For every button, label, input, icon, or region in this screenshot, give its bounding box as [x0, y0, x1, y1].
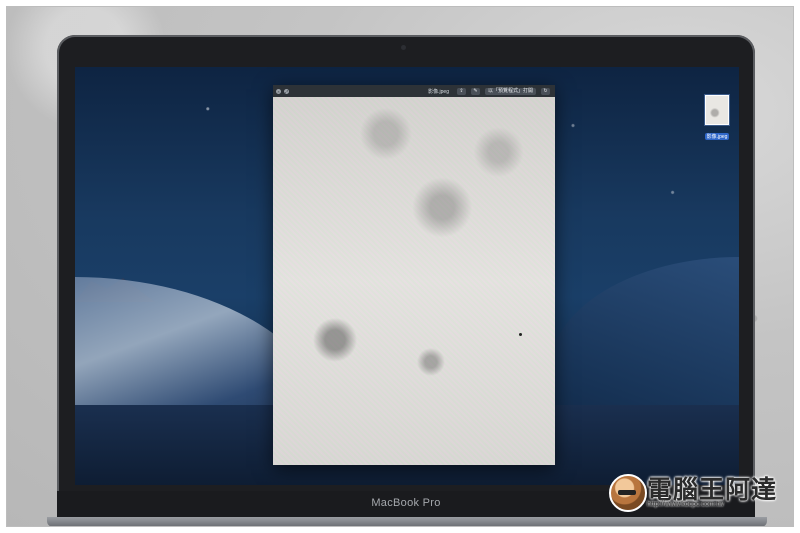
photo-frame: 影像.jpeg × ⤢ 影像.jpeg ⇪ ✎ 以「預覽程式」打開 ↻ MacB… [6, 6, 794, 527]
open-with-preview-button[interactable]: 以「預覽程式」打開 [484, 87, 536, 95]
share-button[interactable]: ⇪ [456, 87, 466, 95]
markup-icon: ✎ [473, 87, 478, 94]
share-icon: ⇪ [459, 87, 464, 94]
fullscreen-icon[interactable]: ⤢ [284, 88, 289, 94]
mouse-cursor [519, 333, 522, 336]
laptop-lid: 影像.jpeg × ⤢ 影像.jpeg ⇪ ✎ 以「預覽程式」打開 ↻ MacB… [57, 35, 755, 525]
markup-button[interactable]: ✎ [470, 87, 480, 95]
close-icon[interactable]: × [276, 88, 281, 94]
camera-icon [401, 45, 406, 50]
desktop-screen: 影像.jpeg × ⤢ 影像.jpeg ⇪ ✎ 以「預覽程式」打開 ↻ [75, 67, 739, 485]
rotate-button[interactable]: ↻ [541, 87, 550, 95]
watermark-url: http://www.kocpc.com.tw [647, 501, 724, 508]
desktop-file-image[interactable]: 影像.jpeg [699, 95, 735, 143]
window-title: 影像.jpeg [428, 88, 449, 95]
laptop-base [47, 517, 767, 526]
site-watermark: 電腦王阿達 http://www.kocpc.com.tw [609, 468, 779, 516]
quick-look-toolbar: × ⤢ 影像.jpeg ⇪ ✎ 以「預覽程式」打開 ↻ [273, 85, 555, 97]
desktop-file-label: 影像.jpeg [704, 133, 730, 140]
quick-look-window[interactable]: × ⤢ 影像.jpeg ⇪ ✎ 以「預覽程式」打開 ↻ [273, 85, 555, 465]
rotate-icon: ↻ [543, 87, 548, 94]
mascot-logo-icon [609, 474, 647, 512]
file-thumbnail-icon [705, 95, 729, 125]
preview-image-content [273, 97, 555, 465]
